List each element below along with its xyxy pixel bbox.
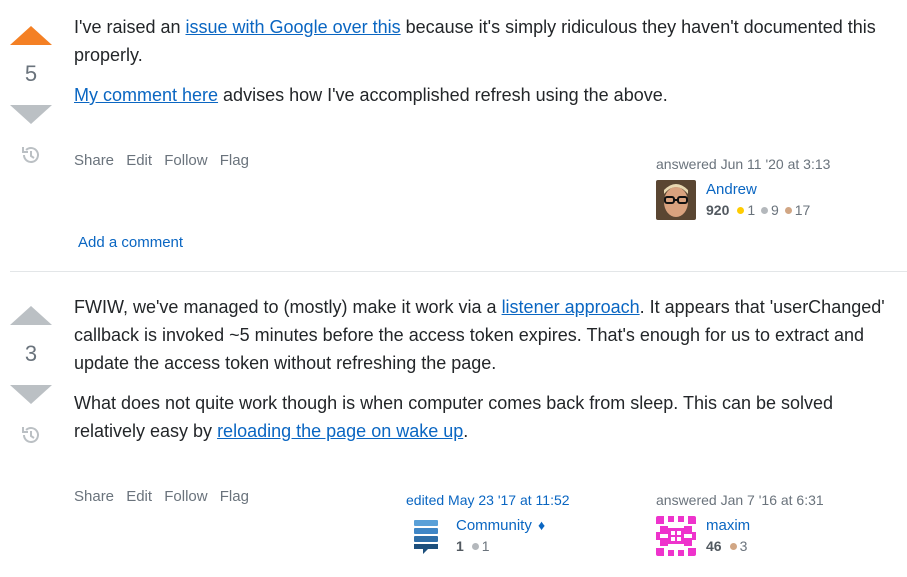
paragraph: My comment here advises how I've accompl… [74, 81, 900, 109]
upvote-button[interactable] [10, 26, 52, 45]
vote-cell: 3 [10, 306, 52, 446]
share-link[interactable]: Share [74, 152, 114, 169]
comment-link[interactable]: My comment here [74, 85, 218, 105]
history-icon[interactable] [20, 144, 42, 166]
user-name[interactable]: Andrew [706, 180, 810, 199]
edited-signature: edited May 23 '17 at 11:52 Community ♦ 1… [406, 491, 570, 556]
silver-badge-icon [761, 207, 769, 215]
answer-body: FWIW, we've managed to (mostly) make it … [74, 293, 900, 457]
issue-link[interactable]: issue with Google over this [186, 17, 401, 37]
share-link[interactable]: Share [74, 488, 114, 505]
post-menu: Share Edit Follow Flag [74, 488, 257, 505]
reputation: 920 1 9 17 [706, 202, 810, 218]
silver-badge-count: 1 [481, 538, 490, 554]
bronze-badge-count: 3 [739, 538, 748, 554]
user-name-text: Community [456, 517, 532, 534]
history-icon[interactable] [20, 424, 42, 446]
bronze-badge-icon [729, 543, 737, 551]
text: advises how I've accomplished refresh us… [218, 85, 668, 105]
reputation: 11 [456, 538, 545, 554]
text: . [463, 421, 469, 441]
downvote-button[interactable] [10, 385, 52, 404]
edit-link[interactable]: Edit [126, 152, 152, 169]
user-name[interactable]: maxim [706, 516, 750, 535]
user-name[interactable]: Community ♦ [456, 516, 545, 535]
paragraph: FWIW, we've managed to (mostly) make it … [74, 293, 900, 377]
identicon-avatar[interactable] [656, 516, 696, 556]
follow-link[interactable]: Follow [164, 152, 207, 169]
silver-badge-count: 9 [771, 202, 779, 218]
community-avatar[interactable] [406, 516, 446, 556]
flag-link[interactable]: Flag [220, 488, 249, 505]
text: FWIW, we've managed to (mostly) make it … [74, 297, 502, 317]
gold-badge-count: 1 [747, 202, 756, 218]
answer-body: I've raised an issue with Google over th… [74, 13, 900, 121]
paragraph: I've raised an issue with Google over th… [74, 13, 900, 69]
reputation-score: 920 [706, 202, 730, 218]
vote-count: 3 [24, 341, 38, 366]
bronze-badge-icon [784, 207, 792, 215]
text: I've raised an [74, 17, 186, 37]
flag-link[interactable]: Flag [220, 152, 249, 169]
vote-count: 5 [24, 61, 38, 86]
reloading-page-link[interactable]: reloading the page on wake up [217, 421, 463, 441]
reputation-score: 1 [456, 538, 464, 554]
downvote-button[interactable] [10, 105, 52, 124]
listener-approach-link[interactable]: listener approach [502, 297, 640, 317]
answered-timestamp[interactable]: answered Jan 7 '16 at 6:31 [656, 491, 824, 509]
divider [10, 271, 907, 272]
edit-link[interactable]: Edit [126, 488, 152, 505]
reputation: 46 3 [706, 538, 750, 554]
paragraph: What does not quite work though is when … [74, 389, 900, 445]
follow-link[interactable]: Follow [164, 488, 207, 505]
vote-cell: 5 [10, 26, 52, 166]
gold-badge-icon [737, 207, 745, 215]
add-comment-link[interactable]: Add a comment [78, 234, 183, 251]
answered-signature: answered Jun 11 '20 at 3:13 Andrew 920 1 … [656, 155, 830, 220]
answered-timestamp[interactable]: answered Jun 11 '20 at 3:13 [656, 155, 830, 173]
answered-signature: answered Jan 7 '16 at 6:31 maxim 46 3 [656, 491, 824, 556]
reputation-score: 46 [706, 538, 722, 554]
moderator-diamond-icon: ♦ [538, 517, 546, 533]
silver-badge-icon [471, 543, 479, 551]
post-menu: Share Edit Follow Flag [74, 152, 257, 169]
upvote-button[interactable] [10, 306, 52, 325]
bronze-badge-count: 17 [794, 202, 811, 218]
avatar[interactable] [656, 180, 696, 220]
edited-timestamp[interactable]: edited May 23 '17 at 11:52 [406, 491, 570, 509]
